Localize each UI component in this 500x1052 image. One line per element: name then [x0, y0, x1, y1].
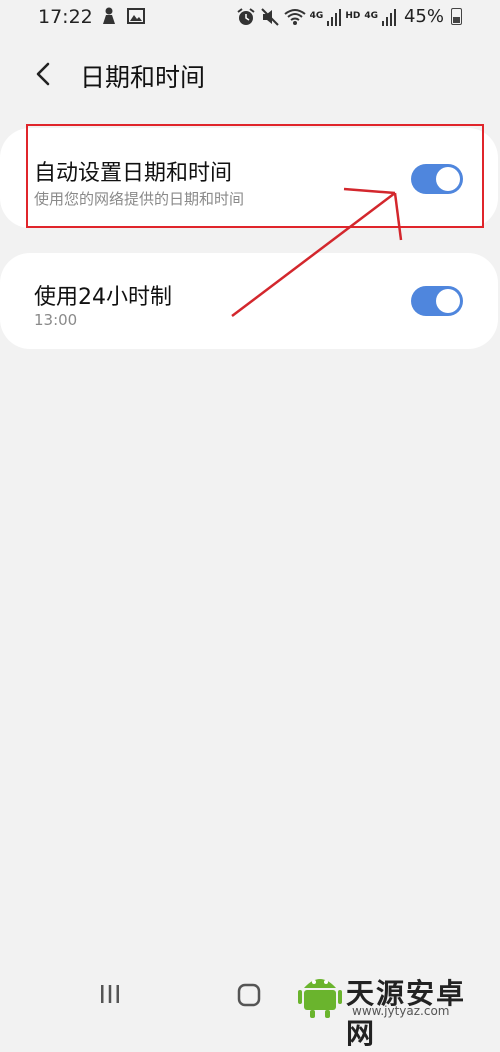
back-button[interactable] — [28, 56, 60, 92]
toggle-knob — [436, 289, 460, 313]
wifi-icon — [284, 8, 306, 25]
status-bar: 17:22 4G HD 4G 45% — [0, 0, 500, 36]
app-notification-icon — [103, 7, 115, 24]
watermark-url: www.jytyaz.com — [352, 1004, 450, 1018]
watermark: 天源安卓网 www.jytyaz.com — [296, 964, 492, 1050]
toggle-knob — [436, 167, 460, 191]
hd-label: HD — [345, 11, 361, 21]
page-header: 日期和时间 — [0, 52, 500, 96]
network-type-label-2: 4G — [364, 11, 378, 21]
setting-title: 自动设置日期和时间 — [34, 161, 233, 186]
setting-24-hour-format[interactable]: 使用24小时制 13:00 — [0, 253, 498, 349]
auto-date-time-toggle[interactable] — [411, 164, 463, 194]
status-time: 17:22 — [38, 6, 93, 28]
setting-title: 使用24小时制 — [34, 285, 172, 310]
page-title: 日期和时间 — [80, 63, 206, 92]
home-icon[interactable] — [236, 982, 262, 1008]
image-notification-icon — [127, 8, 145, 24]
battery-icon — [451, 8, 462, 25]
alarm-icon — [237, 7, 255, 25]
24-hour-toggle[interactable] — [411, 286, 463, 316]
signal-icon — [327, 8, 342, 26]
status-notification-icons — [100, 6, 146, 26]
signal-icon-2 — [381, 8, 396, 26]
setting-auto-date-time[interactable]: 自动设置日期和时间 使用您的网络提供的日期和时间 — [0, 128, 498, 228]
status-system-icons: 4G HD 4G 45% — [236, 6, 462, 27]
android-logo-icon — [298, 979, 342, 1018]
setting-subtitle: 使用您的网络提供的日期和时间 — [34, 190, 245, 208]
setting-subtitle: 13:00 — [34, 311, 78, 329]
mute-icon — [260, 7, 279, 26]
battery-percentage: 45% — [403, 6, 444, 27]
recent-apps-icon[interactable] — [98, 982, 122, 1006]
network-type-label: 4G — [309, 11, 324, 21]
